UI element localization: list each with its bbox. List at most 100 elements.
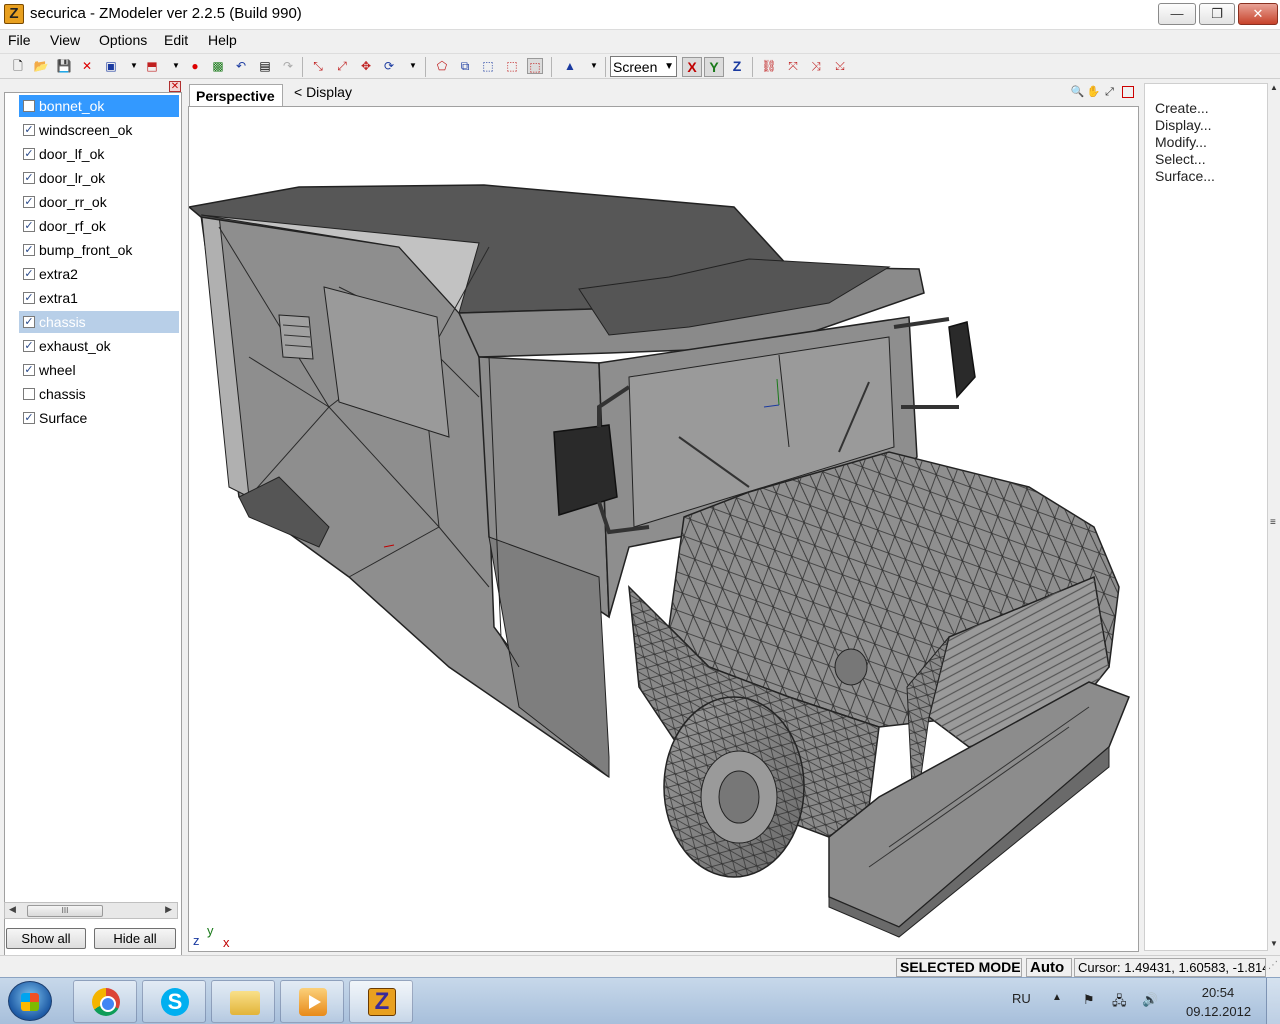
axis-mirror-icon[interactable]: ⤩	[832, 58, 848, 74]
horizontal-scrollbar[interactable]: ◀ III ▶	[4, 902, 178, 919]
command-display[interactable]: Display...	[1155, 117, 1212, 133]
taskbar-zmodeler[interactable]: Z	[349, 980, 413, 1023]
pan-hand-icon[interactable]: ✋	[1086, 85, 1101, 100]
new-file-icon[interactable]: 🗋	[10, 58, 26, 74]
visibility-checkbox[interactable]: ✓	[23, 196, 35, 208]
cube-red-icon[interactable]: ⬚	[504, 58, 520, 74]
record-icon[interactable]: ●	[187, 58, 203, 74]
list-item[interactable]: ✓ chassis	[19, 311, 179, 333]
delete-icon[interactable]: ✕	[79, 58, 95, 74]
scroll-up-icon[interactable]: ▲	[1270, 83, 1278, 92]
network-icon[interactable]: 🖧	[1112, 992, 1127, 1014]
display-toggle[interactable]: < Display	[294, 84, 352, 100]
list-item[interactable]: ✓ door_rf_ok	[19, 215, 179, 237]
hide-all-button[interactable]: Hide all	[94, 928, 176, 949]
open-folder-icon[interactable]: 📂	[33, 58, 49, 74]
scroll-down-icon[interactable]: ▼	[1270, 939, 1278, 948]
visibility-checkbox[interactable]: ✓	[23, 412, 35, 424]
tray-expand-icon[interactable]: ▲	[1052, 992, 1062, 1003]
visibility-checkbox[interactable]: ✓	[23, 148, 35, 160]
close-button[interactable]: ✕	[1238, 3, 1278, 25]
start-button[interactable]	[8, 981, 52, 1021]
language-indicator[interactable]: RU	[1012, 991, 1031, 1006]
command-create[interactable]: Create...	[1155, 100, 1209, 116]
action-center-flag-icon[interactable]: ⚑	[1083, 992, 1095, 1008]
visibility-checkbox[interactable]: ✓	[23, 364, 35, 376]
visibility-checkbox[interactable]: ✓	[23, 340, 35, 352]
taskbar-explorer[interactable]	[211, 980, 275, 1023]
menu-help[interactable]: Help	[208, 32, 237, 48]
taskbar-skype[interactable]: S	[142, 980, 206, 1023]
axis-z-button[interactable]: Z	[727, 57, 747, 77]
menu-file[interactable]: File	[8, 32, 31, 48]
move-icon[interactable]: ✥	[358, 58, 374, 74]
axis-x-button[interactable]: X	[682, 57, 702, 77]
object-list[interactable]: bonnet_ok ✓ windscreen_ok ✓ door_lf_ok ✓ door_…	[4, 92, 182, 982]
visibility-checkbox[interactable]: ✓	[23, 124, 35, 136]
visibility-checkbox[interactable]: ✓	[23, 292, 35, 304]
rotate-icon[interactable]: ⟳	[381, 58, 397, 74]
volume-icon[interactable]: 🔊	[1142, 992, 1158, 1008]
list-item[interactable]: ✓ Surface	[19, 407, 179, 429]
taskbar-chrome[interactable]	[73, 980, 137, 1023]
command-modify[interactable]: Modify...	[1155, 134, 1207, 150]
visibility-checkbox[interactable]: ✓	[23, 172, 35, 184]
vertical-scrollbar[interactable]: ▲ ≡ ▼	[1268, 81, 1280, 952]
axis-y-button[interactable]: Y	[704, 57, 724, 77]
cone-icon[interactable]: ▲	[562, 58, 578, 74]
list-item[interactable]: ✓ extra2	[19, 263, 179, 285]
list-item[interactable]: ✓ bump_front_ok	[19, 239, 179, 261]
zmodeler-app-icon[interactable]: Z	[4, 4, 24, 24]
cube-active-icon[interactable]: ⬚	[527, 58, 543, 74]
export-icon[interactable]: ▣	[103, 58, 119, 74]
taskbar-media-player[interactable]	[280, 980, 344, 1023]
tab-perspective[interactable]: Perspective	[189, 84, 283, 106]
close-panel-icon[interactable]: ✕	[169, 81, 181, 92]
import-icon[interactable]: ⬒	[144, 58, 160, 74]
scroll-grip-icon[interactable]: ≡	[1270, 517, 1276, 528]
status-auto[interactable]: Auto	[1026, 958, 1072, 977]
box-icon[interactable]: ⧉	[457, 58, 473, 74]
list-item[interactable]: bonnet_ok	[19, 95, 179, 117]
system-clock[interactable]: 20:54 09.12.2012	[1186, 983, 1251, 1021]
command-surface[interactable]: Surface...	[1155, 168, 1215, 184]
undo-icon[interactable]: ↶	[233, 58, 249, 74]
menu-options[interactable]: Options	[99, 32, 147, 48]
axis-scale-icon[interactable]: ⤨	[808, 58, 824, 74]
visibility-checkbox[interactable]	[23, 388, 35, 400]
render-icon[interactable]: ▩	[210, 58, 226, 74]
dropdown-arrow-icon[interactable]: ▼	[168, 58, 184, 74]
show-desktop-button[interactable]	[1266, 978, 1280, 1024]
list-item[interactable]: ✓ door_lr_ok	[19, 167, 179, 189]
dropdown-arrow-icon[interactable]: ▼	[126, 58, 142, 74]
list-item[interactable]: ✓ extra1	[19, 287, 179, 309]
zoom-icon[interactable]: 🔍	[1070, 85, 1085, 100]
save-icon[interactable]: 💾	[56, 58, 72, 74]
select-vertex-icon[interactable]: ⤡	[310, 58, 326, 74]
visibility-checkbox[interactable]	[23, 100, 35, 112]
show-all-button[interactable]: Show all	[6, 928, 86, 949]
visibility-checkbox[interactable]: ✓	[23, 316, 35, 328]
scroll-left-icon[interactable]: ◀	[9, 904, 16, 915]
link-icon[interactable]: ⛓	[761, 58, 777, 74]
list-item[interactable]: ✓ wheel	[19, 359, 179, 381]
maximize-button[interactable]: ❐	[1199, 3, 1235, 25]
view-mode-select[interactable]: Screen ▼	[610, 56, 677, 77]
list-item[interactable]: ✓ door_rr_ok	[19, 191, 179, 213]
polygon-icon[interactable]: ⬠	[434, 58, 450, 74]
axis-transform-icon[interactable]: ⤧	[785, 58, 801, 74]
redo-icon[interactable]: ↷	[280, 58, 296, 74]
menu-view[interactable]: View	[50, 32, 80, 48]
list-item[interactable]: chassis	[19, 383, 179, 405]
maximize-viewport-icon[interactable]	[1122, 86, 1134, 98]
list-item[interactable]: ✓ windscreen_ok	[19, 119, 179, 141]
perspective-viewport[interactable]: y z x	[188, 106, 1139, 952]
dropdown-arrow-icon[interactable]: ▼	[586, 58, 602, 74]
select-edge-icon[interactable]: ⤢	[334, 58, 350, 74]
visibility-checkbox[interactable]: ✓	[23, 244, 35, 256]
zoom-extents-icon[interactable]: ⤢	[1102, 85, 1117, 100]
resize-grip-icon[interactable]: ⋰	[1268, 960, 1278, 971]
list-item[interactable]: ✓ exhaust_ok	[19, 335, 179, 357]
visibility-checkbox[interactable]: ✓	[23, 268, 35, 280]
dropdown-arrow-icon[interactable]: ▼	[405, 58, 421, 74]
